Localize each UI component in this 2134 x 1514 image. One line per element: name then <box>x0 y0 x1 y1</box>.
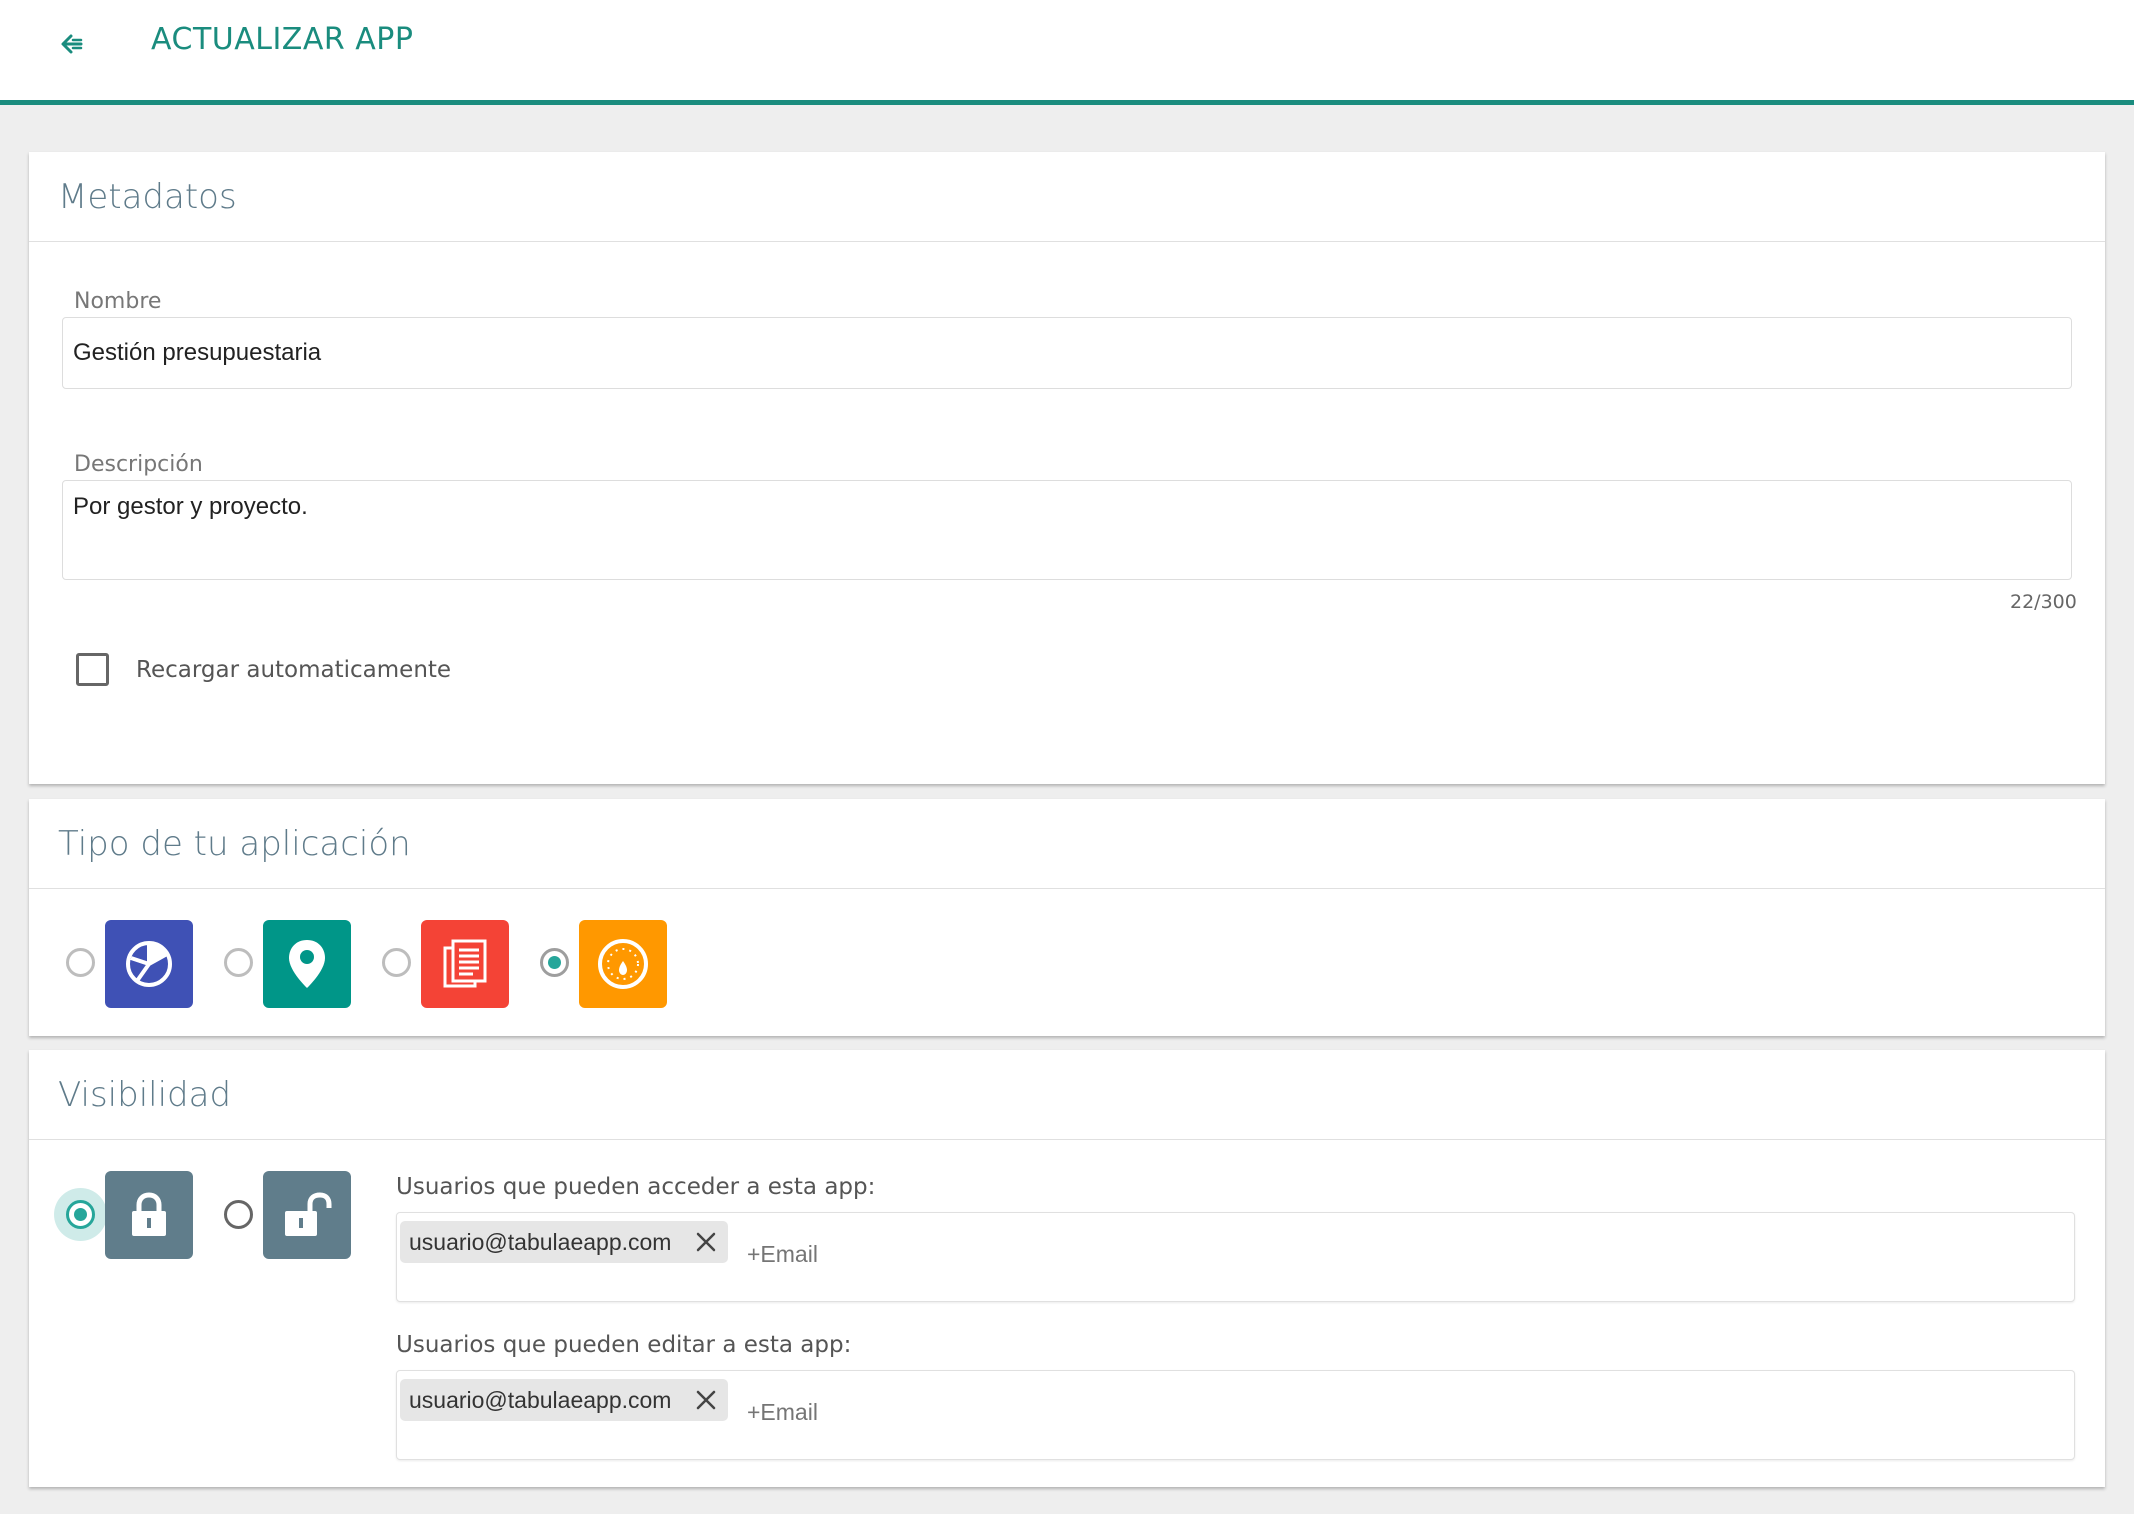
close-icon[interactable] <box>694 1388 718 1412</box>
top-bar: ACTUALIZAR APP <box>0 0 2134 105</box>
edit-users-field[interactable]: usuario@tabulaeapp.com <box>396 1370 2075 1460</box>
app-type-card-header: Tipo de tu aplicación <box>29 799 2105 889</box>
lock-open-icon <box>285 1192 332 1236</box>
description-counter: 22/300 <box>2010 591 2077 613</box>
app-type-radio-map[interactable] <box>224 948 253 977</box>
app-type-card-title: Tipo de tu aplicación <box>58 823 411 864</box>
lock-closed-icon <box>132 1192 166 1236</box>
access-email-input[interactable] <box>747 1241 1047 1268</box>
visibility-radio-public[interactable] <box>224 1200 253 1229</box>
description-label: Descripción <box>74 452 203 477</box>
name-field[interactable]: Gestión presupuestaria <box>62 317 2072 389</box>
app-type-radio-charts[interactable] <box>66 948 95 977</box>
app-type-card: Tipo de tu aplicación <box>29 799 2105 1036</box>
pie-chart-icon <box>126 941 172 987</box>
name-field-value: Gestión presupuestaria <box>73 339 322 366</box>
visibility-radio-private[interactable] <box>66 1200 95 1229</box>
description-field[interactable]: Por gestor y proyecto. <box>62 480 2072 580</box>
metadata-card-title: Metadatos <box>58 176 237 217</box>
back-button[interactable] <box>50 24 94 64</box>
edit-user-chip-label: usuario@tabulaeapp.com <box>409 1386 672 1413</box>
app-type-tile-dashboard[interactable] <box>579 920 667 1008</box>
name-label: Nombre <box>74 289 162 314</box>
access-users-field[interactable]: usuario@tabulaeapp.com <box>396 1212 2075 1302</box>
metadata-card-header: Metadatos <box>29 152 2105 242</box>
edit-email-input[interactable] <box>747 1399 1047 1426</box>
visibility-card-header: Visibilidad <box>29 1050 2105 1140</box>
gauge-icon <box>598 939 648 989</box>
map-pin-icon <box>289 940 325 988</box>
arrow-left-icon <box>61 34 83 54</box>
metadata-card: Metadatos Nombre Gestión presupuestaria … <box>29 152 2105 784</box>
edit-user-chip: usuario@tabulaeapp.com <box>400 1379 728 1421</box>
access-user-chip: usuario@tabulaeapp.com <box>400 1221 728 1263</box>
autoreload-checkbox[interactable] <box>76 653 109 686</box>
app-type-tile-charts[interactable] <box>105 920 193 1008</box>
visibility-tile-private[interactable] <box>105 1171 193 1259</box>
access-user-chip-label: usuario@tabulaeapp.com <box>409 1228 672 1255</box>
autoreload-label: Recargar automaticamente <box>136 657 452 683</box>
visibility-card-title: Visibilidad <box>58 1074 232 1115</box>
close-icon[interactable] <box>694 1230 718 1254</box>
document-icon <box>443 939 487 988</box>
visibility-card: Visibilidad Usuarios que pueden acceder … <box>29 1050 2105 1487</box>
app-type-tile-report[interactable] <box>421 920 509 1008</box>
app-type-radio-report[interactable] <box>382 948 411 977</box>
page-title: ACTUALIZAR APP <box>151 22 414 57</box>
app-type-radio-dashboard[interactable] <box>540 948 569 977</box>
description-field-value: Por gestor y proyecto. <box>73 493 308 520</box>
visibility-tile-public[interactable] <box>263 1171 351 1259</box>
app-type-tile-map[interactable] <box>263 920 351 1008</box>
edit-users-label: Usuarios que pueden editar a esta app: <box>396 1332 852 1358</box>
access-users-label: Usuarios que pueden acceder a esta app: <box>396 1174 876 1200</box>
